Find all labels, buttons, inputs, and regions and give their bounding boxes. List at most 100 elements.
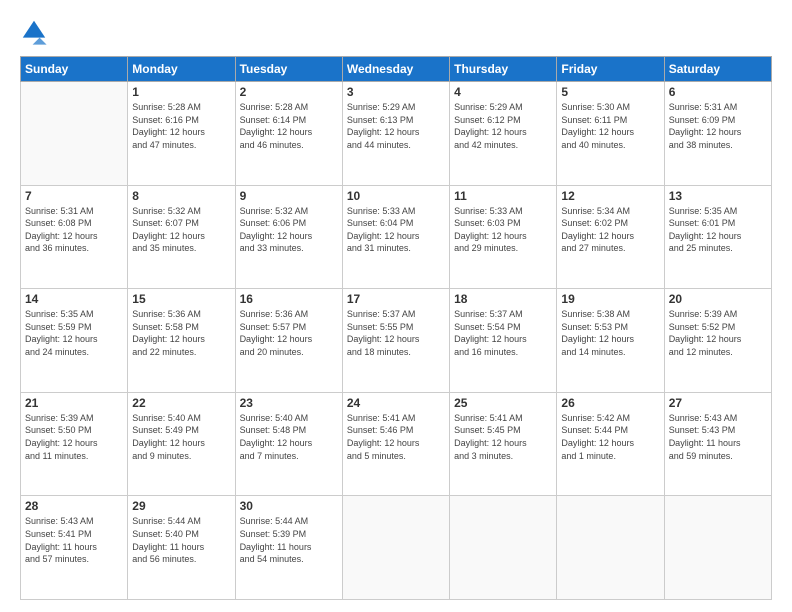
day-number: 20 xyxy=(669,292,767,306)
logo xyxy=(20,18,52,46)
cell-text: Sunrise: 5:37 AMSunset: 5:54 PMDaylight:… xyxy=(454,308,552,358)
calendar-cell xyxy=(664,496,771,600)
calendar-cell: 26 Sunrise: 5:42 AMSunset: 5:44 PMDayligh… xyxy=(557,392,664,496)
cell-text: Sunrise: 5:31 AMSunset: 6:09 PMDaylight:… xyxy=(669,101,767,151)
weekday-thursday: Thursday xyxy=(450,57,557,82)
day-number: 17 xyxy=(347,292,445,306)
calendar-cell xyxy=(557,496,664,600)
calendar-cell: 1 Sunrise: 5:28 AMSunset: 6:16 PMDaylight… xyxy=(128,82,235,186)
day-number: 27 xyxy=(669,396,767,410)
day-number: 22 xyxy=(132,396,230,410)
day-number: 10 xyxy=(347,189,445,203)
day-number: 12 xyxy=(561,189,659,203)
day-number: 2 xyxy=(240,85,338,99)
weekday-header-row: SundayMondayTuesdayWednesdayThursdayFrid… xyxy=(21,57,772,82)
calendar-cell: 30 Sunrise: 5:44 AMSunset: 5:39 PMDayligh… xyxy=(235,496,342,600)
cell-text: Sunrise: 5:36 AMSunset: 5:57 PMDaylight:… xyxy=(240,308,338,358)
calendar-cell: 2 Sunrise: 5:28 AMSunset: 6:14 PMDaylight… xyxy=(235,82,342,186)
header xyxy=(20,18,772,46)
cell-text: Sunrise: 5:29 AMSunset: 6:12 PMDaylight:… xyxy=(454,101,552,151)
calendar-cell: 18 Sunrise: 5:37 AMSunset: 5:54 PMDayligh… xyxy=(450,289,557,393)
week-row-1: 1 Sunrise: 5:28 AMSunset: 6:16 PMDaylight… xyxy=(21,82,772,186)
calendar-cell: 23 Sunrise: 5:40 AMSunset: 5:48 PMDayligh… xyxy=(235,392,342,496)
day-number: 1 xyxy=(132,85,230,99)
calendar-cell: 15Sunrise: 5:36 AMSunset: 5:58 PMDayligh… xyxy=(128,289,235,393)
calendar-cell: 3 Sunrise: 5:29 AMSunset: 6:13 PMDaylight… xyxy=(342,82,449,186)
cell-text: Sunrise: 5:38 AMSunset: 5:53 PMDaylight:… xyxy=(561,308,659,358)
week-row-5: 28 Sunrise: 5:43 AMSunset: 5:41 PMDayligh… xyxy=(21,496,772,600)
calendar-cell: 14 Sunrise: 5:35 AMSunset: 5:59 PMDayligh… xyxy=(21,289,128,393)
day-number: 25 xyxy=(454,396,552,410)
calendar-cell: 25 Sunrise: 5:41 AMSunset: 5:45 PMDayligh… xyxy=(450,392,557,496)
calendar-cell: 5 Sunrise: 5:30 AMSunset: 6:11 PMDaylight… xyxy=(557,82,664,186)
calendar-cell: 20Sunrise: 5:39 AMSunset: 5:52 PMDayligh… xyxy=(664,289,771,393)
logo-icon xyxy=(20,18,48,46)
day-number: 21 xyxy=(25,396,123,410)
day-number: 29 xyxy=(132,499,230,513)
weekday-monday: Monday xyxy=(128,57,235,82)
weekday-wednesday: Wednesday xyxy=(342,57,449,82)
calendar-cell: 11 Sunrise: 5:33 AMSunset: 6:03 PMDayligh… xyxy=(450,185,557,289)
day-number: 8 xyxy=(132,189,230,203)
day-number: 26 xyxy=(561,396,659,410)
cell-text: Sunrise: 5:43 AMSunset: 5:43 PMDaylight:… xyxy=(669,412,767,462)
cell-text: Sunrise: 5:44 AMSunset: 5:40 PMDaylight:… xyxy=(132,515,230,565)
calendar-cell xyxy=(342,496,449,600)
day-number: 16 xyxy=(240,292,338,306)
week-row-3: 14 Sunrise: 5:35 AMSunset: 5:59 PMDayligh… xyxy=(21,289,772,393)
calendar-cell: 17Sunrise: 5:37 AMSunset: 5:55 PMDayligh… xyxy=(342,289,449,393)
cell-text: Sunrise: 5:29 AMSunset: 6:13 PMDaylight:… xyxy=(347,101,445,151)
calendar-cell: 6 Sunrise: 5:31 AMSunset: 6:09 PMDaylight… xyxy=(664,82,771,186)
cell-text: Sunrise: 5:44 AMSunset: 5:39 PMDaylight:… xyxy=(240,515,338,565)
day-number: 7 xyxy=(25,189,123,203)
calendar-table: SundayMondayTuesdayWednesdayThursdayFrid… xyxy=(20,56,772,600)
weekday-tuesday: Tuesday xyxy=(235,57,342,82)
day-number: 15 xyxy=(132,292,230,306)
day-number: 30 xyxy=(240,499,338,513)
cell-text: Sunrise: 5:33 AMSunset: 6:04 PMDaylight:… xyxy=(347,205,445,255)
day-number: 14 xyxy=(25,292,123,306)
cell-text: Sunrise: 5:30 AMSunset: 6:11 PMDaylight:… xyxy=(561,101,659,151)
day-number: 6 xyxy=(669,85,767,99)
calendar-cell: 22 Sunrise: 5:40 AMSunset: 5:49 PMDayligh… xyxy=(128,392,235,496)
cell-text: Sunrise: 5:41 AMSunset: 5:45 PMDaylight:… xyxy=(454,412,552,462)
day-number: 19 xyxy=(561,292,659,306)
cell-text: Sunrise: 5:28 AMSunset: 6:14 PMDaylight:… xyxy=(240,101,338,151)
cell-text: Sunrise: 5:35 AMSunset: 6:01 PMDaylight:… xyxy=(669,205,767,255)
calendar-cell: 19 Sunrise: 5:38 AMSunset: 5:53 PMDayligh… xyxy=(557,289,664,393)
calendar-cell: 27 Sunrise: 5:43 AMSunset: 5:43 PMDayligh… xyxy=(664,392,771,496)
day-number: 13 xyxy=(669,189,767,203)
calendar-cell: 13 Sunrise: 5:35 AMSunset: 6:01 PMDayligh… xyxy=(664,185,771,289)
day-number: 23 xyxy=(240,396,338,410)
cell-text: Sunrise: 5:28 AMSunset: 6:16 PMDaylight:… xyxy=(132,101,230,151)
calendar-cell: 28 Sunrise: 5:43 AMSunset: 5:41 PMDayligh… xyxy=(21,496,128,600)
cell-text: Sunrise: 5:39 AMSunset: 5:50 PMDaylight:… xyxy=(25,412,123,462)
cell-text: Sunrise: 5:31 AMSunset: 6:08 PMDaylight:… xyxy=(25,205,123,255)
day-number: 4 xyxy=(454,85,552,99)
day-number: 28 xyxy=(25,499,123,513)
cell-text: Sunrise: 5:40 AMSunset: 5:49 PMDaylight:… xyxy=(132,412,230,462)
weekday-friday: Friday xyxy=(557,57,664,82)
cell-text: Sunrise: 5:42 AMSunset: 5:44 PMDaylight:… xyxy=(561,412,659,462)
cell-text: Sunrise: 5:35 AMSunset: 5:59 PMDaylight:… xyxy=(25,308,123,358)
cell-text: Sunrise: 5:40 AMSunset: 5:48 PMDaylight:… xyxy=(240,412,338,462)
cell-text: Sunrise: 5:33 AMSunset: 6:03 PMDaylight:… xyxy=(454,205,552,255)
day-number: 3 xyxy=(347,85,445,99)
calendar-cell: 4 Sunrise: 5:29 AMSunset: 6:12 PMDaylight… xyxy=(450,82,557,186)
cell-text: Sunrise: 5:41 AMSunset: 5:46 PMDaylight:… xyxy=(347,412,445,462)
day-number: 18 xyxy=(454,292,552,306)
calendar-cell: 10 Sunrise: 5:33 AMSunset: 6:04 PMDayligh… xyxy=(342,185,449,289)
calendar-cell xyxy=(450,496,557,600)
calendar-cell: 8Sunrise: 5:32 AMSunset: 6:07 PMDaylight… xyxy=(128,185,235,289)
calendar-cell: 21 Sunrise: 5:39 AMSunset: 5:50 PMDayligh… xyxy=(21,392,128,496)
day-number: 11 xyxy=(454,189,552,203)
calendar-cell: 9Sunrise: 5:32 AMSunset: 6:06 PMDaylight… xyxy=(235,185,342,289)
day-number: 5 xyxy=(561,85,659,99)
calendar-cell xyxy=(21,82,128,186)
cell-text: Sunrise: 5:43 AMSunset: 5:41 PMDaylight:… xyxy=(25,515,123,565)
weekday-saturday: Saturday xyxy=(664,57,771,82)
calendar-cell: 7 Sunrise: 5:31 AMSunset: 6:08 PMDaylight… xyxy=(21,185,128,289)
page: SundayMondayTuesdayWednesdayThursdayFrid… xyxy=(0,0,792,612)
calendar-cell: 16 Sunrise: 5:36 AMSunset: 5:57 PMDayligh… xyxy=(235,289,342,393)
calendar-cell: 24Sunrise: 5:41 AMSunset: 5:46 PMDayligh… xyxy=(342,392,449,496)
